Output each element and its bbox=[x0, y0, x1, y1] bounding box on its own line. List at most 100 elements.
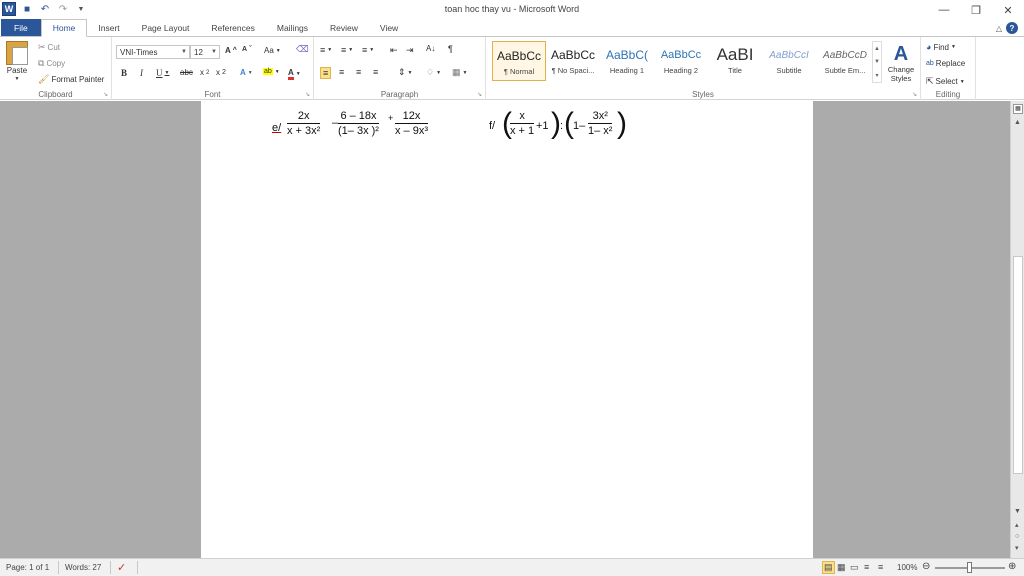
numbering-button[interactable]: ≡ ▼ bbox=[341, 45, 353, 55]
word-count[interactable]: Words: 27 bbox=[65, 563, 101, 572]
page-count[interactable]: Page: 1 of 1 bbox=[6, 563, 49, 572]
clipboard-launcher-icon[interactable]: ↘ bbox=[103, 91, 108, 98]
decrease-indent-button[interactable]: ⇤ bbox=[390, 45, 398, 56]
redo-icon[interactable]: ↷ bbox=[56, 2, 70, 16]
shrink-font-button[interactable]: Aˇ bbox=[242, 46, 251, 53]
next-page-icon[interactable]: ▾ bbox=[1015, 544, 1019, 552]
change-case-button[interactable]: Aa ▼ bbox=[264, 46, 281, 55]
paste-button[interactable]: Paste ▼ bbox=[6, 41, 28, 82]
zoom-level[interactable]: 100% bbox=[897, 563, 917, 572]
italic-button[interactable]: I bbox=[140, 68, 143, 78]
find-button[interactable]: ◕ Find ▼ bbox=[926, 42, 956, 52]
scroll-up-icon[interactable]: ▲ bbox=[1014, 119, 1021, 126]
minimize-button[interactable]: — bbox=[928, 0, 960, 20]
browse-object-icon[interactable]: ○ bbox=[1015, 533, 1019, 540]
change-styles-icon: A bbox=[893, 42, 909, 65]
document-page[interactable]: e/ 2x x + 3x² – 6 – 18x (1– 3x )² + 12x … bbox=[201, 101, 813, 558]
pilcrow-icon: ¶ bbox=[448, 44, 453, 54]
tab-page-layout[interactable]: Page Layout bbox=[131, 19, 201, 37]
superscript-button[interactable]: x2 bbox=[216, 68, 226, 77]
scrollbar-thumb[interactable] bbox=[1013, 256, 1023, 474]
align-left-button[interactable]: ≡ bbox=[320, 67, 332, 79]
help-icon[interactable]: ? bbox=[1006, 22, 1018, 34]
ribbon-tabs: File Home Insert Page Layout References … bbox=[0, 19, 1024, 37]
change-styles-button[interactable]: A Change Styles bbox=[884, 42, 918, 84]
borders-button[interactable]: ▦ ▼ bbox=[452, 67, 467, 78]
style-normal[interactable]: AaBbCc ¶ Normal bbox=[492, 41, 546, 81]
tab-file[interactable]: File bbox=[1, 19, 41, 37]
tab-review[interactable]: Review bbox=[319, 19, 369, 37]
style-no-spacing[interactable]: AaBbCc ¶ No Spaci... bbox=[546, 41, 600, 81]
shading-button[interactable]: ♢ ▼ bbox=[426, 67, 441, 78]
paragraph-launcher-icon[interactable]: ↘ bbox=[477, 91, 482, 98]
customize-qat-icon[interactable]: ▼ bbox=[74, 2, 88, 16]
subscript-button[interactable]: x2 bbox=[200, 68, 209, 77]
style-subtitle[interactable]: AaBbCcI Subtitle bbox=[762, 41, 816, 81]
select-button[interactable]: ⇱ Select ▼ bbox=[926, 76, 965, 87]
underline-button[interactable]: U ▼ bbox=[156, 68, 169, 78]
line-spacing-button[interactable]: ⇕ ▼ bbox=[398, 67, 413, 78]
tab-view[interactable]: View bbox=[369, 19, 409, 37]
cut-button[interactable]: ✂ Cut bbox=[38, 42, 60, 53]
full-screen-reading-icon[interactable]: ▦ bbox=[837, 562, 846, 573]
font-color-button[interactable]: A ▼ bbox=[288, 68, 301, 80]
outline-view-icon[interactable]: ≡ bbox=[864, 562, 869, 572]
show-formatting-button[interactable]: ¶ bbox=[448, 44, 453, 54]
copy-button[interactable]: ⧉ Copy bbox=[38, 58, 65, 69]
save-icon[interactable]: ■ bbox=[20, 2, 34, 16]
align-right-button[interactable]: ≡ bbox=[356, 67, 361, 77]
find-label: Find bbox=[933, 42, 949, 52]
previous-page-icon[interactable]: ▴ bbox=[1015, 521, 1019, 529]
draft-view-icon[interactable]: ≡ bbox=[878, 562, 883, 572]
zoom-out-icon[interactable]: ⊖ bbox=[922, 561, 930, 572]
style-subtle-emphasis[interactable]: AaBbCcD Subtle Em... bbox=[816, 41, 874, 81]
paste-label: Paste bbox=[6, 66, 28, 75]
tab-home[interactable]: Home bbox=[40, 19, 88, 37]
styles-launcher-icon[interactable]: ↘ bbox=[912, 91, 917, 98]
copy-icon: ⧉ bbox=[38, 58, 45, 68]
sort-button[interactable]: A↓ bbox=[426, 44, 435, 53]
bullets-button[interactable]: ≡ ▼ bbox=[320, 45, 332, 55]
fraction-e1: 2x x + 3x² bbox=[287, 110, 321, 137]
word-app-icon[interactable]: W bbox=[2, 2, 16, 16]
print-layout-view-icon[interactable]: ▤ bbox=[822, 561, 835, 574]
chevron-down-icon[interactable]: ▼ bbox=[874, 59, 880, 65]
text-effects-button[interactable]: A ▼ bbox=[240, 68, 253, 77]
font-launcher-icon[interactable]: ↘ bbox=[305, 91, 310, 98]
chevron-up-icon[interactable]: ▲ bbox=[874, 46, 880, 52]
increase-indent-button[interactable]: ⇥ bbox=[406, 45, 414, 56]
clear-formatting-button[interactable]: ⌫ bbox=[296, 44, 309, 55]
proofing-icon[interactable]: ✓ bbox=[117, 561, 126, 574]
replace-button[interactable]: ab Replace bbox=[926, 59, 965, 68]
strikethrough-button[interactable]: abc bbox=[180, 68, 193, 77]
minimize-ribbon-icon[interactable]: △ bbox=[996, 24, 1002, 33]
font-size-combo[interactable]: 12 ▼ bbox=[190, 45, 220, 59]
tab-insert[interactable]: Insert bbox=[87, 19, 130, 37]
style-heading-1[interactable]: AaBbC( Heading 1 bbox=[600, 41, 654, 81]
multilevel-list-button[interactable]: ≡ ▼ bbox=[362, 45, 374, 55]
highlight-button[interactable]: ab ▼ bbox=[263, 68, 280, 75]
style-title[interactable]: AaBI Title bbox=[708, 41, 762, 81]
undo-icon[interactable]: ↶ bbox=[38, 2, 52, 16]
denominator: x + 3x² bbox=[287, 125, 321, 137]
tab-references[interactable]: References bbox=[200, 19, 265, 37]
web-layout-icon[interactable]: ▭ bbox=[850, 562, 859, 573]
format-painter-button[interactable]: 🖌 Format Painter bbox=[38, 74, 104, 85]
tab-mailings[interactable]: Mailings bbox=[266, 19, 319, 37]
highlighter-icon: ab bbox=[263, 68, 273, 75]
justify-button[interactable]: ≡ bbox=[373, 67, 378, 77]
zoom-slider-thumb[interactable] bbox=[967, 562, 972, 573]
close-button[interactable]: ✕ bbox=[992, 0, 1024, 20]
restore-button[interactable]: ❐ bbox=[960, 0, 992, 20]
style-heading-2[interactable]: AaBbCc Heading 2 bbox=[654, 41, 708, 81]
font-name-combo[interactable]: VNI-Times ▼ bbox=[116, 45, 190, 59]
grow-font-button[interactable]: A ^ bbox=[225, 46, 237, 55]
align-center-button[interactable]: ≡ bbox=[339, 67, 344, 77]
zoom-in-icon[interactable]: ⊕ bbox=[1008, 561, 1016, 572]
bold-button[interactable]: B bbox=[121, 68, 127, 78]
ruler-toggle-icon[interactable]: ▦ bbox=[1013, 104, 1023, 114]
scroll-down-icon[interactable]: ▼ bbox=[1014, 508, 1021, 515]
styles-gallery-scroll[interactable]: ▲ ▼ ▾ bbox=[872, 41, 882, 83]
more-styles-icon[interactable]: ▾ bbox=[875, 72, 878, 79]
vertical-scrollbar[interactable]: ▦ ▲ ▼ ▴ ○ ▾ bbox=[1010, 101, 1024, 558]
